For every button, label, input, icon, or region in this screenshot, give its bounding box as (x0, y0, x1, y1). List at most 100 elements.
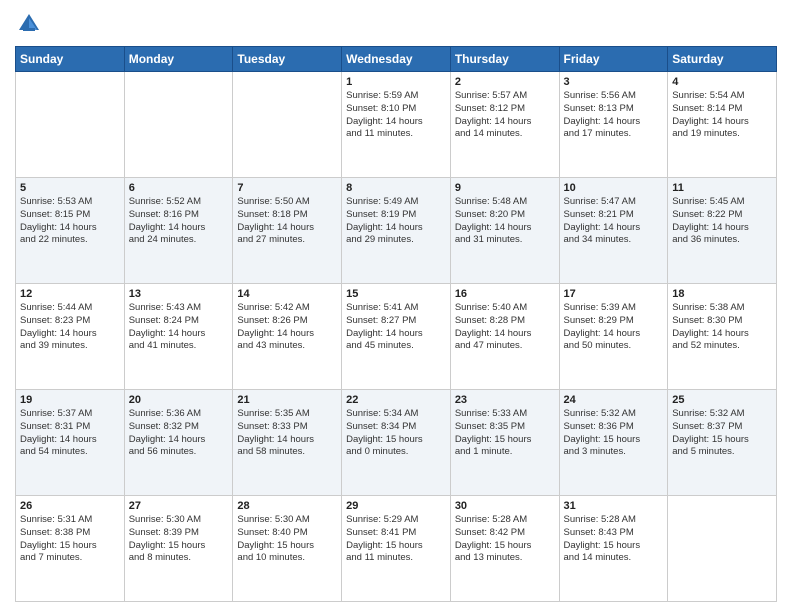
day-number: 29 (346, 500, 446, 512)
weekday-header-tuesday: Tuesday (233, 47, 342, 72)
day-number: 7 (237, 182, 337, 194)
weekday-header-row: SundayMondayTuesdayWednesdayThursdayFrid… (16, 47, 777, 72)
calendar-cell: 11 Sunrise: 5:45 AM Sunset: 8:22 PM Dayli… (668, 178, 777, 284)
day-number: 19 (20, 394, 120, 406)
day-number: 5 (20, 182, 120, 194)
calendar-cell: 8Sunrise: 5:49 AM Sunset: 8:19 PM Daylig… (342, 178, 451, 284)
calendar-cell: 10 Sunrise: 5:47 AM Sunset: 8:21 PM Dayli… (559, 178, 668, 284)
day-info: Sunrise: 5:34 AM Sunset: 8:34 PM Dayligh… (346, 408, 446, 459)
calendar-cell: 13 Sunrise: 5:43 AM Sunset: 8:24 PM Dayli… (124, 284, 233, 390)
day-info: Sunrise: 5:43 AM Sunset: 8:24 PM Dayligh… (129, 302, 229, 353)
weekday-header-saturday: Saturday (668, 47, 777, 72)
day-info: Sunrise: 5:52 AM Sunset: 8:16 PM Dayligh… (129, 196, 229, 247)
calendar-cell: 14 Sunrise: 5:42 AM Sunset: 8:26 PM Dayli… (233, 284, 342, 390)
week-row-4: 19 Sunrise: 5:37 AM Sunset: 8:31 PM Dayli… (16, 390, 777, 496)
calendar-cell: 21 Sunrise: 5:35 AM Sunset: 8:33 PM Dayli… (233, 390, 342, 496)
calendar-cell: 1 Sunrise: 5:59 AM Sunset: 8:10 PM Daylig… (342, 72, 451, 178)
calendar-cell: 15 Sunrise: 5:41 AM Sunset: 8:27 PM Dayli… (342, 284, 451, 390)
day-number: 10 (564, 182, 664, 194)
day-number: 14 (237, 288, 337, 300)
logo (15, 10, 47, 38)
day-number: 30 (455, 500, 555, 512)
calendar-cell: 27 Sunrise: 5:30 AM Sunset: 8:39 PM Dayli… (124, 496, 233, 602)
day-number: 25 (672, 394, 772, 406)
day-info: Sunrise: 5:40 AM Sunset: 8:28 PM Dayligh… (455, 302, 555, 353)
page: SundayMondayTuesdayWednesdayThursdayFrid… (0, 0, 792, 612)
day-info: Sunrise: 5:56 AM Sunset: 8:13 PM Dayligh… (564, 90, 664, 141)
calendar-cell (233, 72, 342, 178)
day-number: 11 (672, 182, 772, 194)
calendar-cell: 26Sunrise: 5:31 AM Sunset: 8:38 PM Dayli… (16, 496, 125, 602)
header (15, 10, 777, 38)
calendar-cell: 2 Sunrise: 5:57 AM Sunset: 8:12 PM Daylig… (450, 72, 559, 178)
calendar-cell: 30 Sunrise: 5:28 AM Sunset: 8:42 PM Dayli… (450, 496, 559, 602)
calendar-cell: 28 Sunrise: 5:30 AM Sunset: 8:40 PM Dayli… (233, 496, 342, 602)
calendar-cell: 5 Sunrise: 5:53 AM Sunset: 8:15 PM Daylig… (16, 178, 125, 284)
day-number: 8 (346, 182, 446, 194)
day-info: Sunrise: 5:29 AM Sunset: 8:41 PM Dayligh… (346, 514, 446, 565)
week-row-3: 12Sunrise: 5:44 AM Sunset: 8:23 PM Dayli… (16, 284, 777, 390)
calendar-cell: 17 Sunrise: 5:39 AM Sunset: 8:29 PM Dayli… (559, 284, 668, 390)
day-number: 2 (455, 76, 555, 88)
calendar-cell: 20 Sunrise: 5:36 AM Sunset: 8:32 PM Dayli… (124, 390, 233, 496)
calendar-cell: 29 Sunrise: 5:29 AM Sunset: 8:41 PM Dayli… (342, 496, 451, 602)
weekday-header-thursday: Thursday (450, 47, 559, 72)
day-number: 31 (564, 500, 664, 512)
calendar-cell: 31 Sunrise: 5:28 AM Sunset: 8:43 PM Dayli… (559, 496, 668, 602)
calendar-cell: 3 Sunrise: 5:56 AM Sunset: 8:13 PM Daylig… (559, 72, 668, 178)
calendar-cell: 6 Sunrise: 5:52 AM Sunset: 8:16 PM Daylig… (124, 178, 233, 284)
day-info: Sunrise: 5:30 AM Sunset: 8:40 PM Dayligh… (237, 514, 337, 565)
day-info: Sunrise: 5:48 AM Sunset: 8:20 PM Dayligh… (455, 196, 555, 247)
day-number: 3 (564, 76, 664, 88)
day-number: 15 (346, 288, 446, 300)
week-row-2: 5 Sunrise: 5:53 AM Sunset: 8:15 PM Daylig… (16, 178, 777, 284)
week-row-1: 1 Sunrise: 5:59 AM Sunset: 8:10 PM Daylig… (16, 72, 777, 178)
day-number: 17 (564, 288, 664, 300)
day-number: 21 (237, 394, 337, 406)
calendar-cell: 16Sunrise: 5:40 AM Sunset: 8:28 PM Dayli… (450, 284, 559, 390)
calendar-cell: 9 Sunrise: 5:48 AM Sunset: 8:20 PM Daylig… (450, 178, 559, 284)
logo-icon (15, 10, 43, 38)
day-number: 23 (455, 394, 555, 406)
calendar-table: SundayMondayTuesdayWednesdayThursdayFrid… (15, 46, 777, 602)
day-info: Sunrise: 5:30 AM Sunset: 8:39 PM Dayligh… (129, 514, 229, 565)
day-number: 9 (455, 182, 555, 194)
day-info: Sunrise: 5:37 AM Sunset: 8:31 PM Dayligh… (20, 408, 120, 459)
day-info: Sunrise: 5:50 AM Sunset: 8:18 PM Dayligh… (237, 196, 337, 247)
day-number: 1 (346, 76, 446, 88)
calendar-cell: 22 Sunrise: 5:34 AM Sunset: 8:34 PM Dayli… (342, 390, 451, 496)
weekday-header-friday: Friday (559, 47, 668, 72)
day-info: Sunrise: 5:42 AM Sunset: 8:26 PM Dayligh… (237, 302, 337, 353)
day-number: 20 (129, 394, 229, 406)
week-row-5: 26Sunrise: 5:31 AM Sunset: 8:38 PM Dayli… (16, 496, 777, 602)
day-number: 28 (237, 500, 337, 512)
day-info: Sunrise: 5:28 AM Sunset: 8:42 PM Dayligh… (455, 514, 555, 565)
day-info: Sunrise: 5:35 AM Sunset: 8:33 PM Dayligh… (237, 408, 337, 459)
day-number: 4 (672, 76, 772, 88)
day-number: 27 (129, 500, 229, 512)
day-number: 26 (20, 500, 120, 512)
calendar-cell: 23 Sunrise: 5:33 AM Sunset: 8:35 PM Dayli… (450, 390, 559, 496)
day-info: Sunrise: 5:32 AM Sunset: 8:36 PM Dayligh… (564, 408, 664, 459)
calendar-cell (16, 72, 125, 178)
calendar-cell: 18Sunrise: 5:38 AM Sunset: 8:30 PM Dayli… (668, 284, 777, 390)
day-info: Sunrise: 5:44 AM Sunset: 8:23 PM Dayligh… (20, 302, 120, 353)
day-number: 22 (346, 394, 446, 406)
day-info: Sunrise: 5:53 AM Sunset: 8:15 PM Dayligh… (20, 196, 120, 247)
day-info: Sunrise: 5:47 AM Sunset: 8:21 PM Dayligh… (564, 196, 664, 247)
day-info: Sunrise: 5:45 AM Sunset: 8:22 PM Dayligh… (672, 196, 772, 247)
day-info: Sunrise: 5:57 AM Sunset: 8:12 PM Dayligh… (455, 90, 555, 141)
day-info: Sunrise: 5:59 AM Sunset: 8:10 PM Dayligh… (346, 90, 446, 141)
day-info: Sunrise: 5:33 AM Sunset: 8:35 PM Dayligh… (455, 408, 555, 459)
day-number: 13 (129, 288, 229, 300)
day-info: Sunrise: 5:39 AM Sunset: 8:29 PM Dayligh… (564, 302, 664, 353)
day-info: Sunrise: 5:36 AM Sunset: 8:32 PM Dayligh… (129, 408, 229, 459)
weekday-header-monday: Monday (124, 47, 233, 72)
day-info: Sunrise: 5:32 AM Sunset: 8:37 PM Dayligh… (672, 408, 772, 459)
day-number: 6 (129, 182, 229, 194)
day-info: Sunrise: 5:28 AM Sunset: 8:43 PM Dayligh… (564, 514, 664, 565)
day-info: Sunrise: 5:41 AM Sunset: 8:27 PM Dayligh… (346, 302, 446, 353)
calendar-cell: 12Sunrise: 5:44 AM Sunset: 8:23 PM Dayli… (16, 284, 125, 390)
calendar-cell: 25 Sunrise: 5:32 AM Sunset: 8:37 PM Dayli… (668, 390, 777, 496)
day-number: 18 (672, 288, 772, 300)
